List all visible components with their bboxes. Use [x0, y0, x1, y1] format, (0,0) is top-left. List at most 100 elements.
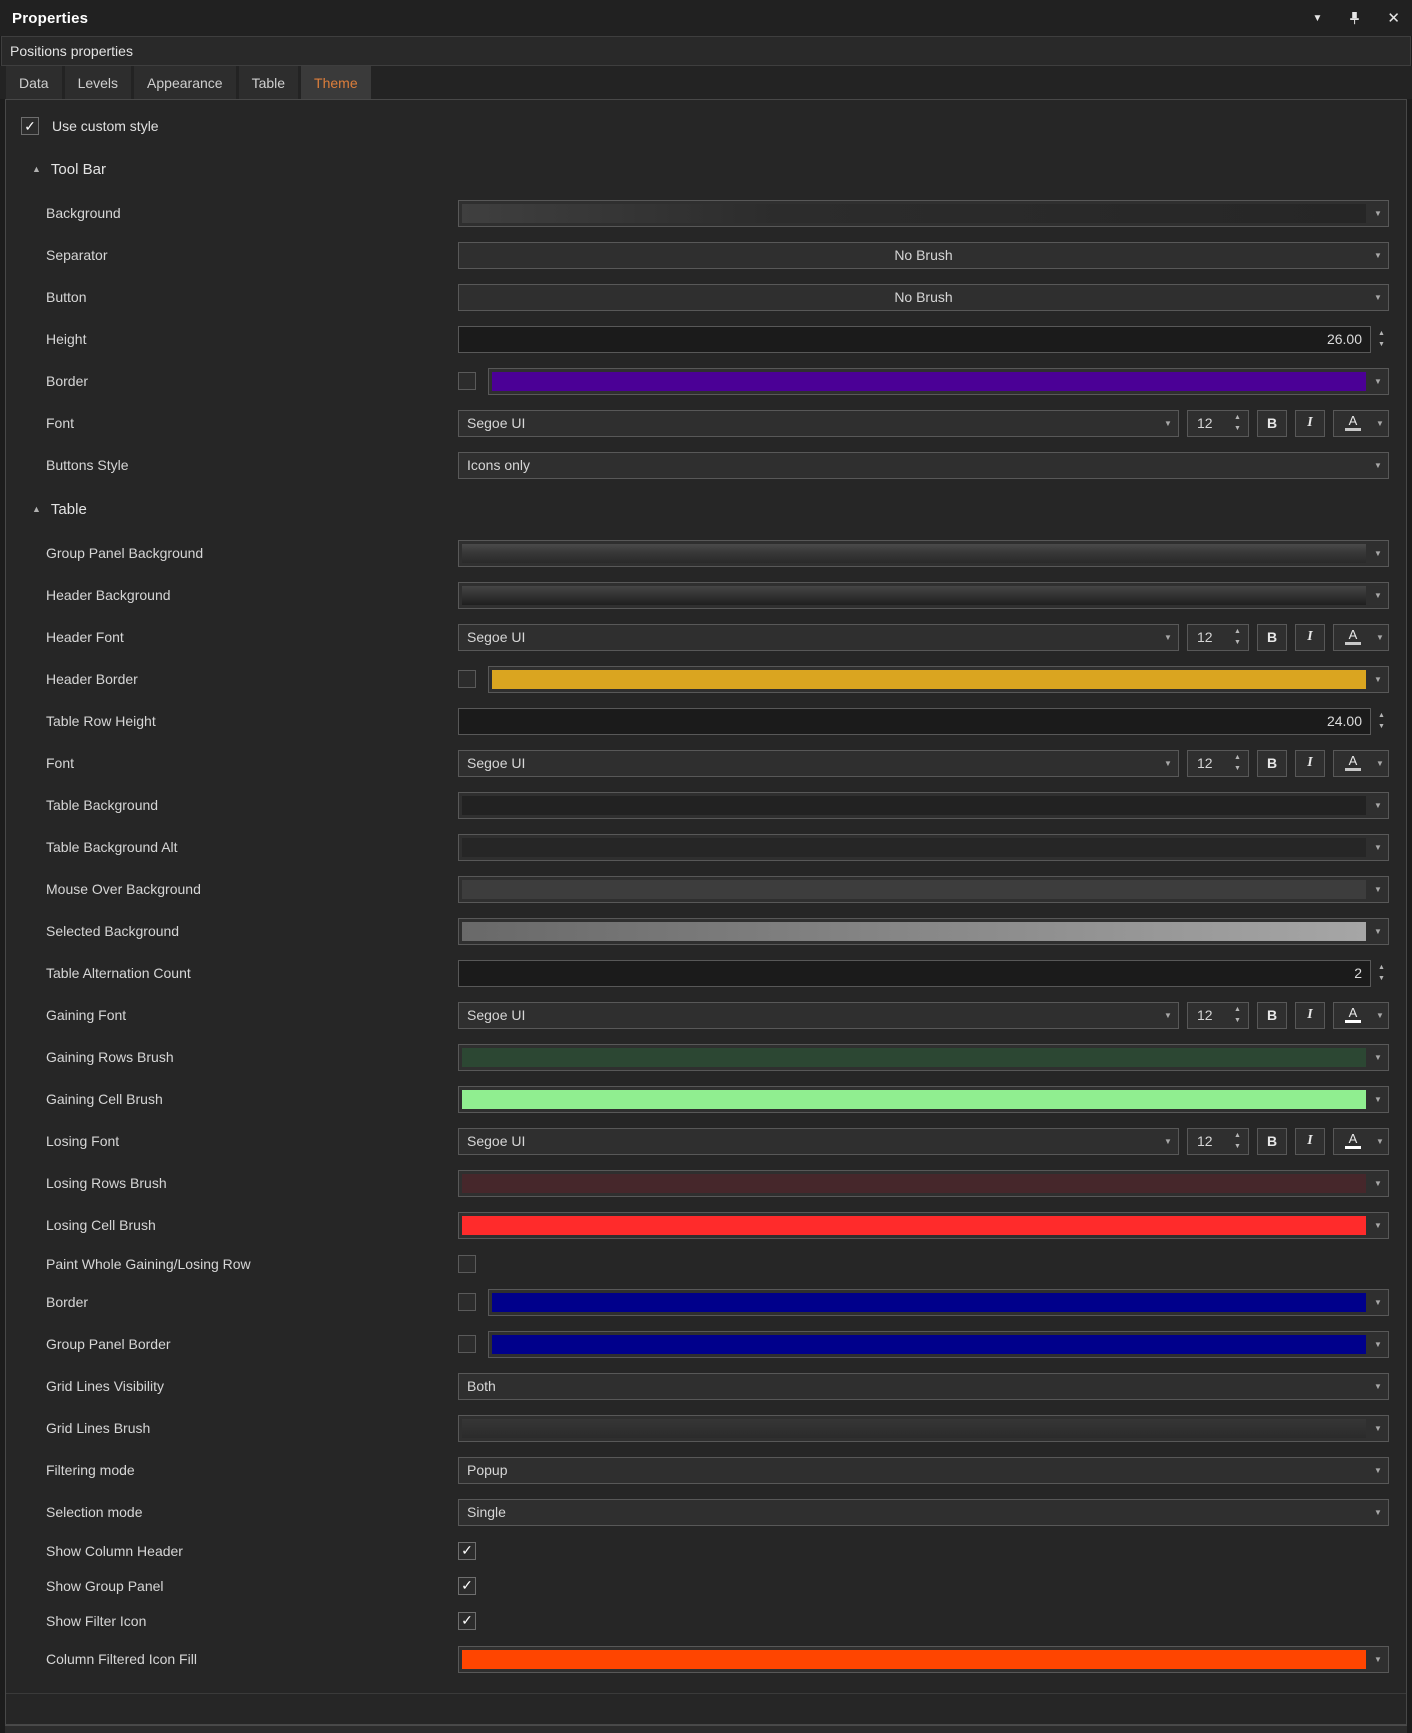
option-checkbox[interactable]	[458, 1255, 476, 1273]
bold-button[interactable]: B	[1257, 410, 1287, 437]
brush-dropdown[interactable]: ▼	[458, 1212, 1389, 1239]
brush-dropdown[interactable]: ▼	[488, 368, 1389, 395]
section-header-tool-bar[interactable]: ▲Tool Bar	[6, 146, 1406, 192]
brush-dropdown[interactable]: ▼	[458, 200, 1389, 227]
brush-enable-checkbox[interactable]	[458, 1335, 476, 1353]
bold-button[interactable]: B	[1257, 1002, 1287, 1029]
number-input[interactable]: 26.00	[458, 326, 1371, 353]
font-size-spinner[interactable]: ▲▼	[1230, 1132, 1245, 1150]
chevron-down-icon: ▼	[1372, 419, 1388, 428]
property-row: Table Row Height24.00▲▼	[6, 700, 1406, 742]
breadcrumb: Positions properties	[1, 36, 1411, 66]
font-family-dropdown[interactable]: Segoe UI▼	[458, 624, 1179, 651]
option-checkbox[interactable]: ✓	[458, 1577, 476, 1595]
font-family-dropdown[interactable]: Segoe UI▼	[458, 410, 1179, 437]
tab-appearance[interactable]: Appearance	[134, 66, 236, 99]
number-input[interactable]: 24.00	[458, 708, 1371, 735]
enum-dropdown[interactable]: No Brush▼	[458, 284, 1389, 311]
font-size-value: 12	[1188, 629, 1230, 645]
font-family-dropdown[interactable]: Segoe UI▼	[458, 1128, 1179, 1155]
property-row: Border▼	[6, 1281, 1406, 1323]
brush-enable-checkbox[interactable]	[458, 1293, 476, 1311]
property-control: ▼	[458, 540, 1389, 567]
property-label: Buttons Style	[6, 457, 458, 473]
font-size-stepper[interactable]: 12▲▼	[1187, 1002, 1249, 1029]
enum-dropdown[interactable]: Both▼	[458, 1373, 1389, 1400]
font-color-button[interactable]: A▼	[1333, 1128, 1389, 1155]
chevron-down-icon: ▼	[1368, 377, 1388, 386]
property-row: Selected Background▼	[6, 910, 1406, 952]
number-spinner[interactable]: ▲▼	[1374, 712, 1389, 730]
use-custom-style-checkbox[interactable]: ✓	[21, 117, 39, 135]
font-size-stepper[interactable]: 12▲▼	[1187, 410, 1249, 437]
font-size-spinner[interactable]: ▲▼	[1230, 414, 1245, 432]
font-size-value: 12	[1188, 415, 1230, 431]
dropdown-value: Segoe UI	[459, 629, 1158, 645]
number-spinner[interactable]: ▲▼	[1374, 964, 1389, 982]
brush-dropdown[interactable]: ▼	[458, 1415, 1389, 1442]
tab-data[interactable]: Data	[6, 66, 62, 99]
font-color-button[interactable]: A▼	[1333, 750, 1389, 777]
brush-dropdown[interactable]: ▼	[458, 1646, 1389, 1673]
font-size-value: 12	[1188, 1133, 1230, 1149]
brush-dropdown[interactable]: ▼	[488, 1289, 1389, 1316]
font-size-stepper[interactable]: 12▲▼	[1187, 624, 1249, 651]
font-size-spinner[interactable]: ▲▼	[1230, 1006, 1245, 1024]
enum-dropdown[interactable]: Popup▼	[458, 1457, 1389, 1484]
brush-dropdown[interactable]: ▼	[458, 1170, 1389, 1197]
font-color-letter: A	[1349, 1007, 1358, 1019]
brush-enable-checkbox[interactable]	[458, 670, 476, 688]
bold-button[interactable]: B	[1257, 750, 1287, 777]
italic-button[interactable]: I	[1295, 624, 1325, 651]
close-icon[interactable]: ✕	[1387, 9, 1400, 27]
brush-dropdown[interactable]: ▼	[458, 918, 1389, 945]
window-menu-icon[interactable]: ▼	[1313, 13, 1323, 24]
section-header-table[interactable]: ▲Table	[6, 486, 1406, 532]
pin-icon[interactable]	[1348, 11, 1361, 25]
brush-dropdown[interactable]: ▼	[458, 1044, 1389, 1071]
italic-button[interactable]: I	[1295, 1002, 1325, 1029]
brush-dropdown[interactable]: ▼	[458, 792, 1389, 819]
italic-button[interactable]: I	[1295, 410, 1325, 437]
brush-enable-checkbox[interactable]	[458, 372, 476, 390]
brush-dropdown[interactable]: ▼	[458, 540, 1389, 567]
spin-up-icon: ▲	[1234, 754, 1241, 761]
font-size-spinner[interactable]: ▲▼	[1230, 754, 1245, 772]
option-checkbox[interactable]: ✓	[458, 1542, 476, 1560]
enum-dropdown[interactable]: Single▼	[458, 1499, 1389, 1526]
enum-dropdown[interactable]: No Brush▼	[458, 242, 1389, 269]
enum-dropdown[interactable]: Icons only▼	[458, 452, 1389, 479]
number-input[interactable]: 2	[458, 960, 1371, 987]
font-color-button[interactable]: A▼	[1333, 410, 1389, 437]
italic-button[interactable]: I	[1295, 750, 1325, 777]
font-family-dropdown[interactable]: Segoe UI▼	[458, 1002, 1179, 1029]
brush-dropdown[interactable]: ▼	[458, 876, 1389, 903]
italic-button[interactable]: I	[1295, 1128, 1325, 1155]
bold-button[interactable]: B	[1257, 1128, 1287, 1155]
font-color-button[interactable]: A▼	[1333, 1002, 1389, 1029]
chevron-down-icon: ▼	[1368, 1053, 1388, 1062]
property-label: Table Row Height	[6, 713, 458, 729]
property-row: Show Filter Icon✓	[6, 1603, 1406, 1638]
tab-levels[interactable]: Levels	[65, 66, 131, 99]
spin-up-icon: ▲	[1378, 330, 1385, 337]
option-checkbox[interactable]: ✓	[458, 1612, 476, 1630]
number-spinner[interactable]: ▲▼	[1374, 330, 1389, 348]
brush-dropdown[interactable]: ▼	[488, 666, 1389, 693]
bold-button[interactable]: B	[1257, 624, 1287, 651]
property-control: ▼	[458, 582, 1389, 609]
font-size-stepper[interactable]: 12▲▼	[1187, 1128, 1249, 1155]
tab-theme[interactable]: Theme	[301, 66, 371, 99]
font-family-dropdown[interactable]: Segoe UI▼	[458, 750, 1179, 777]
collapse-icon: ▲	[32, 164, 41, 174]
brush-dropdown[interactable]: ▼	[458, 1086, 1389, 1113]
brush-dropdown[interactable]: ▼	[488, 1331, 1389, 1358]
font-size-stepper[interactable]: 12▲▼	[1187, 750, 1249, 777]
chevron-down-icon: ▼	[1368, 1466, 1388, 1475]
tab-table[interactable]: Table	[239, 66, 298, 99]
brush-dropdown[interactable]: ▼	[458, 582, 1389, 609]
brush-dropdown[interactable]: ▼	[458, 834, 1389, 861]
font-color-button[interactable]: A▼	[1333, 624, 1389, 651]
property-row: Losing Cell Brush▼	[6, 1204, 1406, 1246]
font-size-spinner[interactable]: ▲▼	[1230, 628, 1245, 646]
